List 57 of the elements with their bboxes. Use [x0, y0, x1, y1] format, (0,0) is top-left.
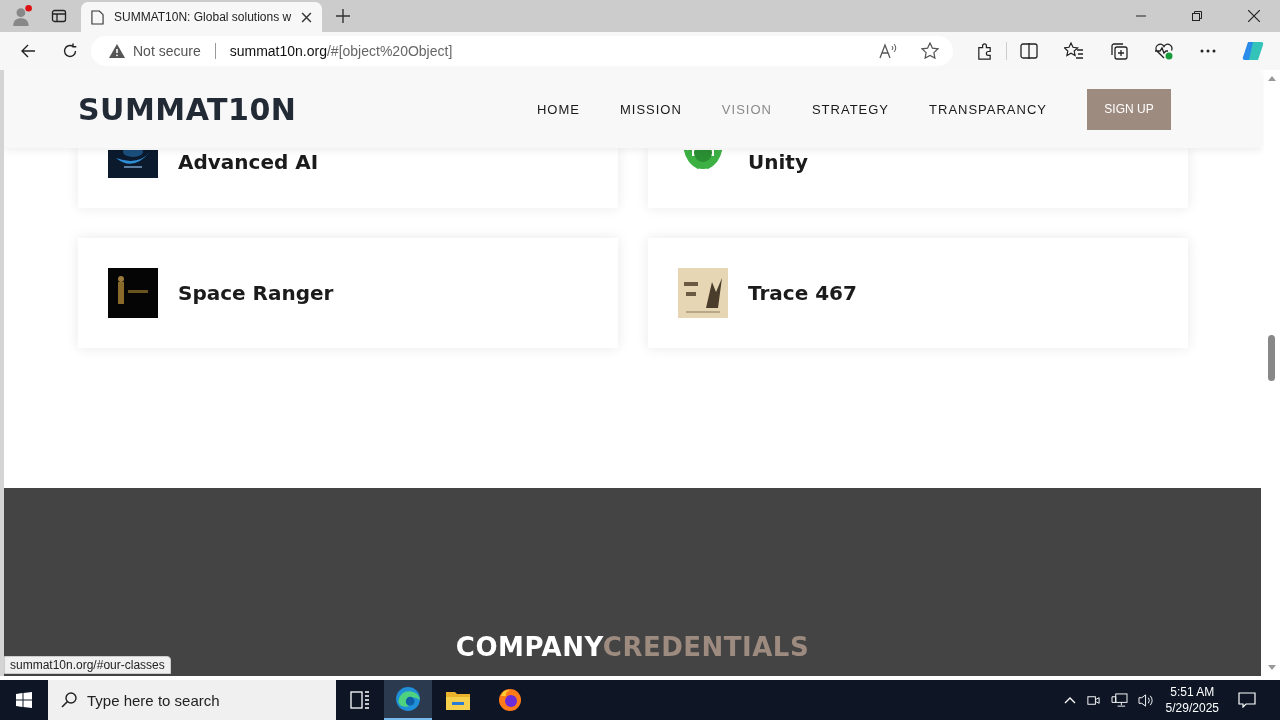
- card-title: Unity: [748, 150, 808, 174]
- extensions-icon[interactable]: [976, 42, 993, 60]
- windows-start-icon[interactable]: [16, 692, 32, 708]
- restore-icon[interactable]: [1192, 11, 1202, 21]
- refresh-icon[interactable]: [62, 43, 78, 59]
- warning-icon: [109, 44, 125, 58]
- security-label: Not secure: [133, 43, 201, 59]
- edge-browser-icon[interactable]: [395, 686, 421, 712]
- site-logo[interactable]: SUMMAT10N: [78, 91, 297, 127]
- firefox-icon[interactable]: [498, 688, 522, 712]
- close-icon[interactable]: [301, 11, 313, 23]
- nav-link[interactable]: HOME: [536, 101, 580, 117]
- copilot-icon[interactable]: [1242, 40, 1264, 62]
- more-icon[interactable]: [1200, 49, 1216, 53]
- nav-link[interactable]: STRATEGY: [811, 101, 890, 117]
- card[interactable]: Unity: [648, 148, 1188, 208]
- notifications-icon[interactable]: [1238, 692, 1256, 708]
- volume-icon[interactable]: [1137, 692, 1155, 708]
- taskbar-search-field[interactable]: Type here to search: [48, 680, 336, 720]
- collections-icon[interactable]: [1110, 42, 1128, 60]
- close-icon[interactable]: [1248, 10, 1260, 22]
- health-icon[interactable]: [1154, 42, 1174, 60]
- tab-actions-icon[interactable]: [51, 8, 67, 24]
- tab-title: SUMMAT10N: Global solutions w: [114, 10, 292, 24]
- back-icon[interactable]: [20, 43, 36, 59]
- task-view-icon[interactable]: [350, 691, 370, 709]
- read-aloud-icon[interactable]: [879, 43, 897, 59]
- favorite-star-icon[interactable]: [921, 42, 939, 60]
- scroll-down-icon[interactable]: [1268, 665, 1276, 670]
- profile-icon[interactable]: [11, 5, 33, 27]
- favorites-icon[interactable]: [1064, 42, 1084, 60]
- card-title: Space Ranger: [178, 281, 334, 305]
- new-tab-icon[interactable]: [336, 9, 351, 23]
- time-text: 5:51 AM: [1170, 684, 1215, 700]
- chevron-up-icon[interactable]: [1063, 696, 1076, 704]
- section-heading: COMPANYCREDENTIALS: [455, 632, 810, 662]
- scrollbar-thumb[interactable]: [1268, 335, 1275, 381]
- card-title: Trace 467: [748, 281, 857, 305]
- url-path: /#[object%20Object]: [327, 43, 453, 59]
- card[interactable]: Trace 467: [648, 238, 1188, 348]
- url-host: summat10n.org: [229, 43, 327, 59]
- card[interactable]: Space Ranger: [78, 238, 618, 348]
- nav-link[interactable]: TRANSPARANCY: [929, 101, 1047, 117]
- date-text: 5/29/2025: [1165, 700, 1219, 716]
- scroll-up-icon[interactable]: [1268, 76, 1276, 81]
- status-link-preview: summat10n.org/#our-classes: [4, 656, 171, 674]
- split-screen-icon[interactable]: [1020, 43, 1038, 59]
- search-icon: [61, 692, 77, 708]
- card-title: Advanced AI: [178, 150, 319, 174]
- browser-tab[interactable]: SUMMAT10N: Global solutions w: [81, 2, 323, 32]
- folder-icon[interactable]: [446, 690, 470, 710]
- page-icon: [91, 9, 104, 25]
- network-icon[interactable]: [1110, 692, 1128, 708]
- card[interactable]: Advanced AI: [78, 148, 618, 208]
- address-bar[interactable]: Not secure summat10n.org/#[object%20Object]: [91, 36, 953, 66]
- clock[interactable]: 5:51 AM 5/29/2025: [1165, 684, 1219, 716]
- nav-link[interactable]: MISSION: [619, 101, 682, 117]
